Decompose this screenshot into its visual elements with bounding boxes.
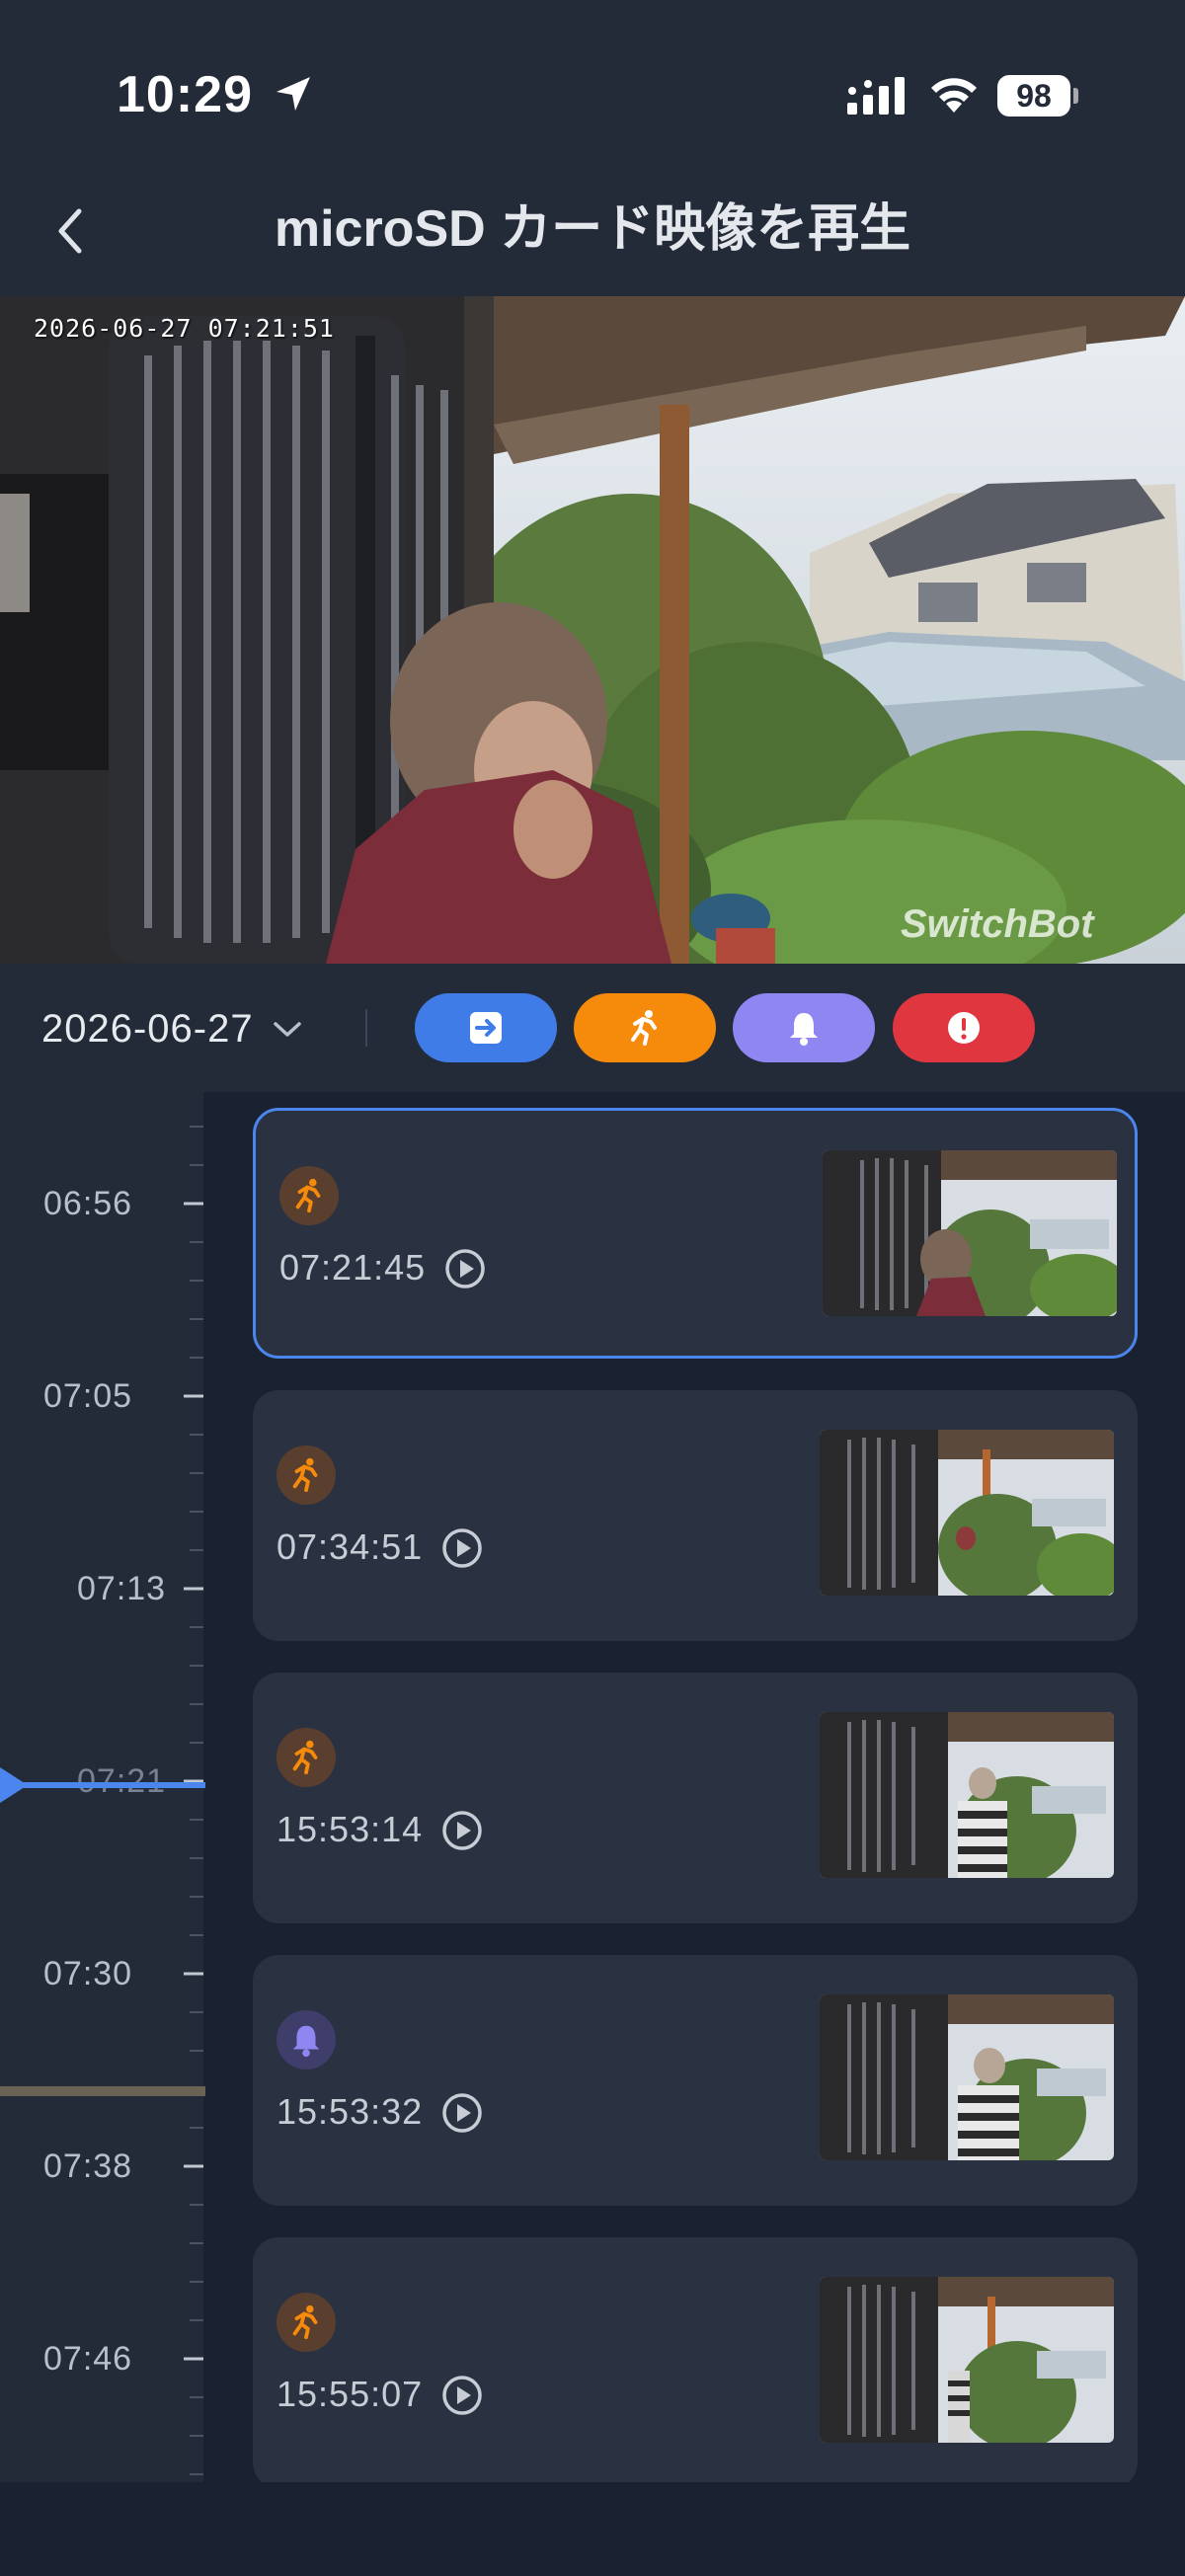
bottom-safe-area [0,2482,1185,2576]
video-watermark: SwitchBot [901,902,1094,946]
running-person-icon [292,1457,318,1493]
filter-motion-button[interactable] [574,993,716,1062]
running-person-icon [292,2304,318,2340]
battery-tip [1073,88,1078,104]
play-circle-icon[interactable] [440,1526,484,1570]
event-card[interactable]: 15:53:14 [253,1673,1138,1923]
event-type-badge [279,1166,339,1225]
battery-level: 98 [997,75,1070,117]
video-player[interactable]: 2026-06-27 07:21:51 SwitchBot [0,296,1185,964]
status-bar: 10:29 98 [0,0,1185,188]
event-time: 15:53:32 [276,2091,424,2132]
alert-icon [948,1012,980,1044]
event-thumbnail[interactable] [820,1712,1114,1878]
timeline-playhead-marker[interactable] [0,1765,205,1805]
bell-icon [292,2025,320,2058]
event-thumbnail[interactable] [820,2277,1114,2443]
timeline-label: 07:05 [43,1377,133,1415]
running-person-icon [295,1178,321,1213]
wifi-icon [931,78,977,113]
event-card[interactable]: 07:21:45 [253,1108,1138,1359]
event-type-badge [276,2293,336,2352]
filter-alert-button[interactable] [893,993,1035,1062]
timeline-label: 07:30 [43,1955,133,1992]
running-person-icon [292,1740,318,1775]
timeline-label: 07:13 [77,1570,167,1607]
event-type-badge [276,1445,336,1505]
play-circle-icon[interactable] [443,1247,487,1290]
back-chevron-icon[interactable] [49,203,93,259]
event-card[interactable]: 15:55:07 [253,2237,1138,2488]
event-card[interactable]: 15:53:32 [253,1955,1138,2206]
date-value: 2026-06-27 [41,1006,254,1051]
date-selector[interactable]: 2026-06-27 [41,999,305,1058]
event-type-badge [276,2010,336,2069]
video-frame [0,296,1185,964]
event-time: 15:53:14 [276,1809,424,1849]
filter-divider [365,1009,367,1047]
chevron-down-icon [273,1022,301,1037]
timeline-label: 07:46 [43,2340,133,2378]
event-type-badge [276,1728,336,1787]
event-card[interactable]: 07:34:51 [253,1390,1138,1641]
event-thumbnail[interactable] [820,1994,1114,2160]
enter-arrow-icon [470,1012,502,1044]
event-thumbnail[interactable] [820,1430,1114,1596]
event-thumbnail[interactable] [823,1150,1117,1316]
play-circle-icon[interactable] [440,2374,484,2417]
location-arrow-icon [276,77,310,111]
page-title: microSD カード映像を再生 [274,200,911,258]
filter-entry-button[interactable] [415,993,557,1062]
timeline-recording-band [0,2086,205,2096]
timeline-label: 07:38 [43,2147,133,2185]
play-circle-icon[interactable] [440,1809,484,1852]
event-time: 07:34:51 [276,1526,424,1567]
battery-indicator: 98 [997,75,1078,117]
status-time: 10:29 [117,66,253,123]
event-time: 07:21:45 [279,1247,427,1288]
event-time: 15:55:07 [276,2374,424,2414]
filter-doorbell-button[interactable] [733,993,875,1062]
timeline-label: 06:56 [43,1185,133,1222]
bell-icon [790,1013,818,1046]
play-circle-icon[interactable] [440,2091,484,2135]
cellular-signal-icon [847,77,905,115]
running-person-icon [631,1010,657,1046]
video-timestamp: 2026-06-27 07:21:51 [34,314,335,343]
